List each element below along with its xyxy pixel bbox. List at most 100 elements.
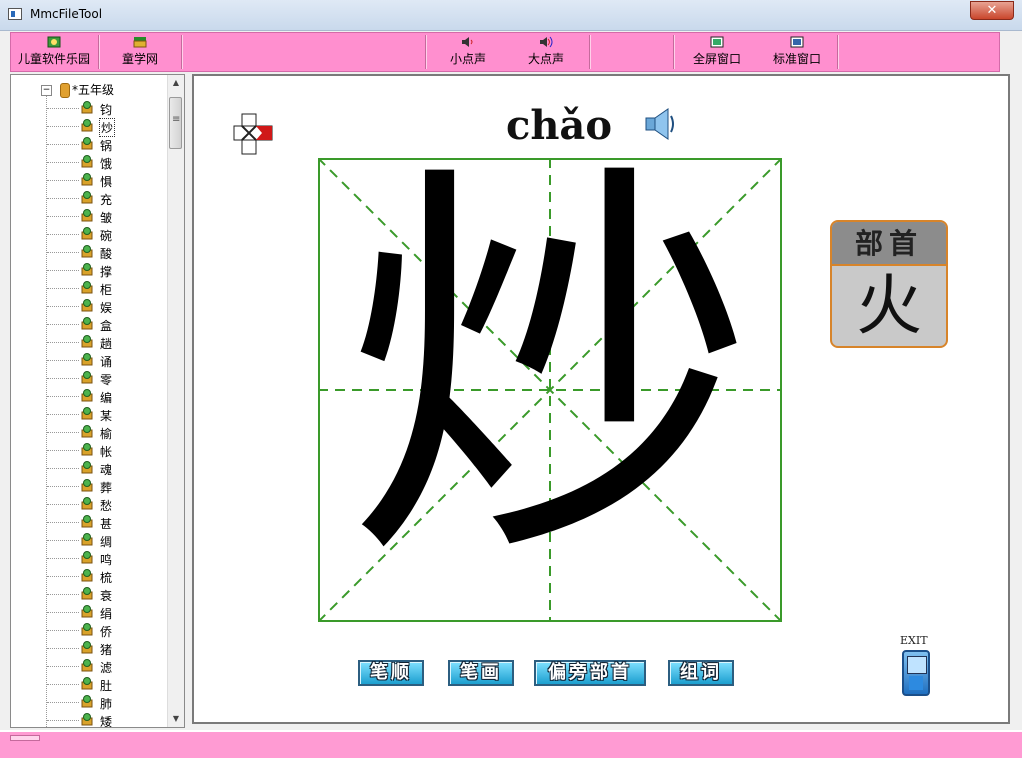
tree-branch-line <box>47 630 79 631</box>
tree-item[interactable]: 猪 <box>11 639 171 657</box>
character-leaf-icon <box>81 101 93 114</box>
tree-item[interactable]: 编 <box>11 387 171 405</box>
tree-item[interactable]: 魂 <box>11 459 171 477</box>
character-leaf-icon <box>81 461 93 474</box>
radical-parts-button[interactable]: 偏旁部首 <box>534 660 646 686</box>
character-leaf-icon <box>81 425 93 438</box>
tree-branch-line <box>47 162 79 163</box>
collapse-icon[interactable]: − <box>41 85 52 96</box>
character-leaf-icon <box>81 587 93 600</box>
tree-item[interactable]: 肺 <box>11 693 171 711</box>
character-leaf-icon <box>81 245 93 258</box>
tree-item[interactable]: 柜 <box>11 279 171 297</box>
radical-box: 部首 火 <box>830 220 948 348</box>
character-tree[interactable]: − *五年级 钧炒锅饿惧充皱碗酸撑柜娱盒趟诵零编某榆帐魂葬愁甚绸鸣梳衰绢侨猪滤肚肺… <box>11 75 171 727</box>
tree-item-label: 趟 <box>100 337 113 351</box>
tree-branch-line <box>47 432 79 433</box>
word-building-button[interactable]: 组词 <box>668 660 734 686</box>
tree-item-label: 饿 <box>100 157 113 171</box>
tree-item-label: 诵 <box>100 355 113 369</box>
kids-software-button[interactable]: 儿童软件乐园 <box>13 33 95 71</box>
character-leaf-icon <box>81 479 93 492</box>
tree-item[interactable]: 娱 <box>11 297 171 315</box>
study-character: 炒 <box>345 131 755 609</box>
tree-item[interactable]: 帐 <box>11 441 171 459</box>
tree-item[interactable]: 饿 <box>11 153 171 171</box>
tree-item[interactable]: 零 <box>11 369 171 387</box>
tree-item[interactable]: 盒 <box>11 315 171 333</box>
scroll-thumb[interactable] <box>169 97 182 149</box>
tree-item[interactable]: 锅 <box>11 135 171 153</box>
tree-branch-line <box>47 360 79 361</box>
tree-item[interactable]: 趟 <box>11 333 171 351</box>
tree-item[interactable]: 甚 <box>11 513 171 531</box>
tree-item[interactable]: 侨 <box>11 621 171 639</box>
character-leaf-icon <box>81 515 93 528</box>
tree-branch-line <box>47 396 79 397</box>
tree-item[interactable]: 绸 <box>11 531 171 549</box>
tree-item-label: 娱 <box>100 301 113 315</box>
tree-item[interactable]: 某 <box>11 405 171 423</box>
tree-item[interactable]: 鸣 <box>11 549 171 567</box>
stroke-animation-icon[interactable] <box>232 112 276 156</box>
tree-branch-line <box>47 324 79 325</box>
character-leaf-icon <box>81 335 93 348</box>
toolbar-separator <box>181 35 182 69</box>
tree-item[interactable]: 矮 <box>11 711 171 727</box>
tree-branch-line <box>47 198 79 199</box>
tree-branch-line <box>47 180 79 181</box>
tree-item[interactable]: 榆 <box>11 423 171 441</box>
exit-button[interactable] <box>902 650 930 696</box>
tree-item[interactable]: 滤 <box>11 657 171 675</box>
tree-item[interactable]: 钧 <box>11 99 171 117</box>
tree-item[interactable]: 炒 <box>11 117 171 137</box>
tree-item[interactable]: 愁 <box>11 495 171 513</box>
tree-item[interactable]: 衰 <box>11 585 171 603</box>
tree-branch-line <box>47 666 79 667</box>
scroll-up-icon[interactable]: ▲ <box>168 75 184 91</box>
volume-down-label: 小点声 <box>449 52 486 66</box>
strokes-button[interactable]: 笔画 <box>448 660 514 686</box>
tree-item[interactable]: 酸 <box>11 243 171 261</box>
tree-item[interactable]: 葬 <box>11 477 171 495</box>
tree-item[interactable]: 充 <box>11 189 171 207</box>
tree-item-label: 皱 <box>100 211 113 225</box>
tree-item-label: 梳 <box>100 571 113 585</box>
status-bar <box>0 730 1022 758</box>
fullscreen-button[interactable]: 全屏窗口 <box>685 33 749 71</box>
tree-item[interactable]: 皱 <box>11 207 171 225</box>
tree-item-label: 葬 <box>100 481 113 495</box>
kids-icon <box>47 36 61 48</box>
tree-item-label: 编 <box>100 391 113 405</box>
tree-item[interactable]: 梳 <box>11 567 171 585</box>
tongxue-web-button[interactable]: 童学网 <box>109 33 171 71</box>
character-leaf-icon <box>81 317 93 330</box>
toolbar-separator <box>673 35 674 69</box>
character-leaf-icon <box>81 119 93 132</box>
tree-branch-line <box>47 234 79 235</box>
title-bar: MmcFileTool ✕ <box>0 0 1022 31</box>
standard-window-button[interactable]: 标准窗口 <box>765 33 829 71</box>
tree-item[interactable]: 诵 <box>11 351 171 369</box>
tree-item[interactable]: 绢 <box>11 603 171 621</box>
tree-root-grade5[interactable]: − *五年级 <box>41 81 114 99</box>
character-leaf-icon <box>81 443 93 456</box>
tree-scrollbar[interactable]: ▲ ▼ <box>167 75 184 727</box>
tree-item[interactable]: 撑 <box>11 261 171 279</box>
tree-item-label: 充 <box>100 193 113 207</box>
tree-item-label: 柜 <box>100 283 113 297</box>
tree-item-label: 惧 <box>100 175 113 189</box>
tree-item[interactable]: 惧 <box>11 171 171 189</box>
character-leaf-icon <box>81 281 93 294</box>
volume-up-button[interactable]: 大点声 <box>519 33 573 71</box>
volume-down-button[interactable]: 小点声 <box>441 33 495 71</box>
scroll-down-icon[interactable]: ▼ <box>168 711 184 727</box>
tree-item[interactable]: 肚 <box>11 675 171 693</box>
close-button[interactable]: ✕ <box>970 1 1014 20</box>
character-leaf-icon <box>81 713 93 726</box>
character-leaf-icon <box>81 155 93 168</box>
tree-item[interactable]: 碗 <box>11 225 171 243</box>
stroke-order-button[interactable]: 笔顺 <box>358 660 424 686</box>
app-icon <box>8 8 22 20</box>
volume-up-label: 大点声 <box>527 52 564 66</box>
